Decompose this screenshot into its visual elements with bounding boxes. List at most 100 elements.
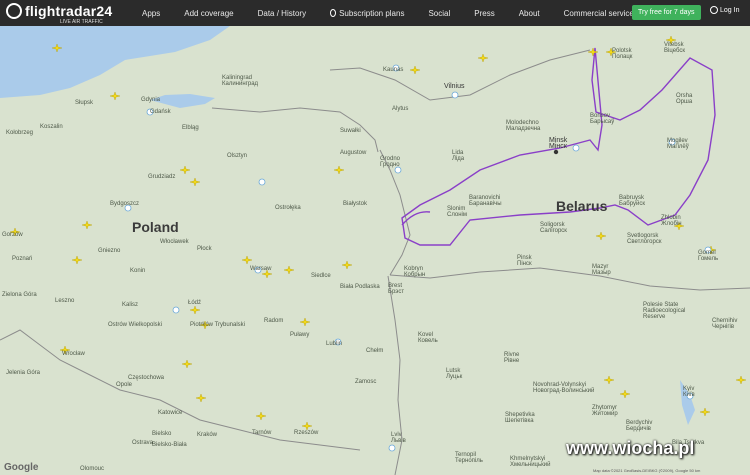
city-label: Zhytomyr Житомир (592, 405, 618, 417)
city-label: Lviv Львів (391, 432, 406, 444)
login-label: Log In (720, 6, 740, 14)
top-navigation-bar: flightradar24 LIVE AIR TRAFFIC Apps Add … (0, 0, 750, 26)
city-label: Zamosc (355, 379, 377, 385)
logo-text: flightradar24 (25, 3, 113, 19)
city-label: Soligorsk Салігорск (540, 222, 567, 234)
city-label: Orsha Орша (676, 93, 693, 105)
nav-apps[interactable]: Apps (142, 9, 160, 18)
country-label-poland: Poland (132, 219, 179, 235)
city-label: Vitebsk Віцебск (664, 42, 685, 54)
city-label: Radom (264, 318, 284, 324)
flightradar24-logo[interactable]: flightradar24 LIVE AIR TRAFFIC (6, 3, 113, 25)
city-label: Lutsk Луцьк (446, 368, 463, 380)
city-label: Rzeszów (294, 430, 319, 436)
city-label: Wrocław (62, 351, 85, 357)
city-label: Borisov Барысаў (590, 113, 615, 125)
map-attribution[interactable]: Map data ©2021 GeoBasis-DE/BKG (©2009), … (593, 468, 700, 473)
logo-subtitle: LIVE AIR TRAFFIC (60, 19, 103, 25)
main-nav: Apps Add coverage Data / History Subscri… (142, 0, 662, 26)
radar-logo-icon (6, 3, 22, 19)
login-button[interactable]: Log In (710, 6, 739, 14)
airport-marker[interactable] (451, 91, 459, 99)
city-label: Bielsko (152, 431, 172, 437)
nav-social[interactable]: Social (428, 9, 450, 18)
city-label: Shepetivka Шепетівка (505, 412, 535, 424)
city-label: Pinsk Пінск (517, 255, 532, 267)
nav-add-coverage[interactable]: Add coverage (184, 9, 233, 18)
city-label: Grudziadz (148, 174, 176, 180)
city-label: Kaliningrad Калининград (222, 75, 259, 87)
city-label: Kaunas (383, 67, 404, 73)
city-label: Kołobrzeg (6, 130, 34, 136)
city-label: Leszno (55, 298, 75, 304)
airport-marker[interactable] (258, 178, 266, 186)
city-label: Słupsk (75, 100, 94, 106)
city-label: Svetlogorsk Светлогорск (627, 233, 662, 245)
capital-dot (553, 149, 559, 155)
capital-label-minsk: Minsk Мінск (549, 137, 568, 150)
city-label: Molodechno Маладзечна (506, 120, 541, 132)
city-label: Kyiv Київ (683, 386, 695, 398)
city-label: Alytus (392, 106, 409, 112)
city-label: Jelenia Góra (6, 370, 41, 376)
google-logo: Google (4, 462, 39, 473)
city-label: Ternopil Тернопіль (455, 452, 483, 464)
city-label: Kraków (197, 432, 218, 438)
city-label: Polesie State Radioecological Reserve (643, 302, 686, 320)
city-label: Lida Ліда (452, 150, 465, 162)
nav-commercial-services[interactable]: Commercial services (564, 9, 638, 18)
user-icon (710, 6, 718, 14)
city-label: Puławy (290, 332, 310, 338)
city-label: Biała Podlaska (340, 284, 380, 290)
nav-subscription-plans-label: Subscription plans (339, 8, 405, 18)
city-label: Ostrołęka (275, 205, 301, 211)
city-label: Berdychiv Бердичів (626, 420, 653, 432)
city-label: Włocławek (160, 239, 189, 245)
city-label: Mazyr Мазыр (592, 264, 611, 276)
city-label: Kobryn Кобрын (404, 266, 426, 278)
city-label: Opole (116, 382, 133, 388)
city-label: Gorzów (2, 232, 23, 238)
city-label: Gdynia (141, 97, 161, 103)
city-label: Gdańsk (150, 109, 171, 115)
city-label: Olsztyn (227, 153, 248, 159)
city-label: Konin (130, 268, 146, 274)
city-label: Mogilev Магілёў (667, 138, 689, 150)
city-label: Ostrava (132, 440, 154, 446)
nav-press[interactable]: Press (474, 9, 494, 18)
city-label: Warsaw (250, 266, 272, 272)
location-pin-icon (330, 9, 337, 17)
city-label: Grodno Гродно (380, 156, 401, 168)
city-label: Rivne Рівне (504, 352, 520, 364)
airport-marker[interactable] (172, 306, 180, 314)
city-label: Płock (197, 246, 212, 252)
city-label: Poznań (12, 256, 33, 262)
city-label: Zhlobin Жлобін (661, 215, 682, 227)
city-label: Częstochowa (128, 375, 165, 381)
city-label: Chernihiv Чернігів (712, 318, 738, 330)
city-label: Katowice (158, 410, 183, 416)
city-label: Kovel Ковель (418, 332, 438, 344)
airport-marker[interactable] (388, 444, 396, 452)
airport-marker[interactable] (572, 144, 580, 152)
city-label: Elbląg (182, 125, 199, 131)
city-label: Lublin (326, 341, 343, 347)
free-trial-button[interactable]: Try free for 7 days (632, 5, 701, 20)
city-label: Novohrad-Volynskyi Новоград-Волинський (533, 382, 595, 394)
nav-subscription-plans[interactable]: Subscription plans (330, 9, 404, 18)
nav-about[interactable]: About (519, 9, 540, 18)
city-label: Polotsk Полацк (612, 48, 633, 60)
city-label: Augustow (340, 150, 367, 156)
city-label: Siedlce (311, 273, 331, 279)
city-label: Ostrów Wielkopolski (108, 322, 163, 328)
city-label: Suwałki (340, 128, 361, 134)
city-label: Kalisz (122, 302, 139, 308)
city-label: Tarnów (252, 430, 272, 436)
city-label: Baranovichi Баранавічы (469, 195, 502, 207)
city-label: Białystok (343, 201, 368, 207)
city-label: Chełm (366, 348, 384, 354)
city-label: Khmelnytskyi Хмельницький (510, 456, 551, 468)
city-label: Gniezno (98, 248, 121, 254)
nav-data-history[interactable]: Data / History (258, 9, 306, 18)
capital-label-vilnius: Vilnius (444, 83, 465, 90)
